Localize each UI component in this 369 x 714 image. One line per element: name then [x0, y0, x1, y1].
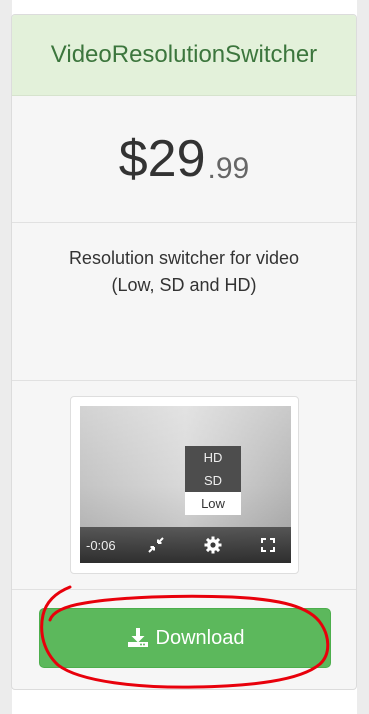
resolution-menu: HD SD Low	[185, 446, 241, 515]
price-cents: .99	[207, 152, 250, 185]
time-remaining: -0:06	[86, 537, 116, 553]
price: $29 .99	[12, 96, 356, 223]
fullscreen-icon	[258, 535, 278, 555]
gear-icon	[203, 535, 223, 555]
product-preview: HD SD Low -0:06	[12, 381, 356, 590]
download-label: Download	[155, 626, 245, 649]
description-line-2: (Low, SD and HD)	[111, 275, 257, 295]
description-line-1: Resolution switcher for video	[68, 248, 300, 268]
page-gutter-right	[357, 0, 369, 714]
download-section: Download	[12, 590, 356, 689]
video-control-bar: -0:06	[80, 527, 291, 563]
resolution-option-sd: SD	[203, 473, 223, 488]
product-title: VideoResolutionSwitcher	[12, 15, 356, 96]
download-icon	[126, 627, 150, 649]
download-button[interactable]: Download	[39, 608, 331, 668]
price-main: $29	[118, 130, 206, 188]
resolution-option-low: Low	[185, 492, 241, 515]
resolution-option-hd: HD	[203, 450, 223, 465]
exit-fullscreen-icon	[146, 535, 166, 555]
product-description: Resolution switcher for video (Low, SD a…	[12, 223, 356, 381]
video-screenshot: HD SD Low -0:06	[80, 406, 291, 563]
preview-thumbnail: HD SD Low -0:06	[70, 396, 299, 574]
product-card: VideoResolutionSwitcher $29 .99 Resoluti…	[11, 14, 357, 690]
